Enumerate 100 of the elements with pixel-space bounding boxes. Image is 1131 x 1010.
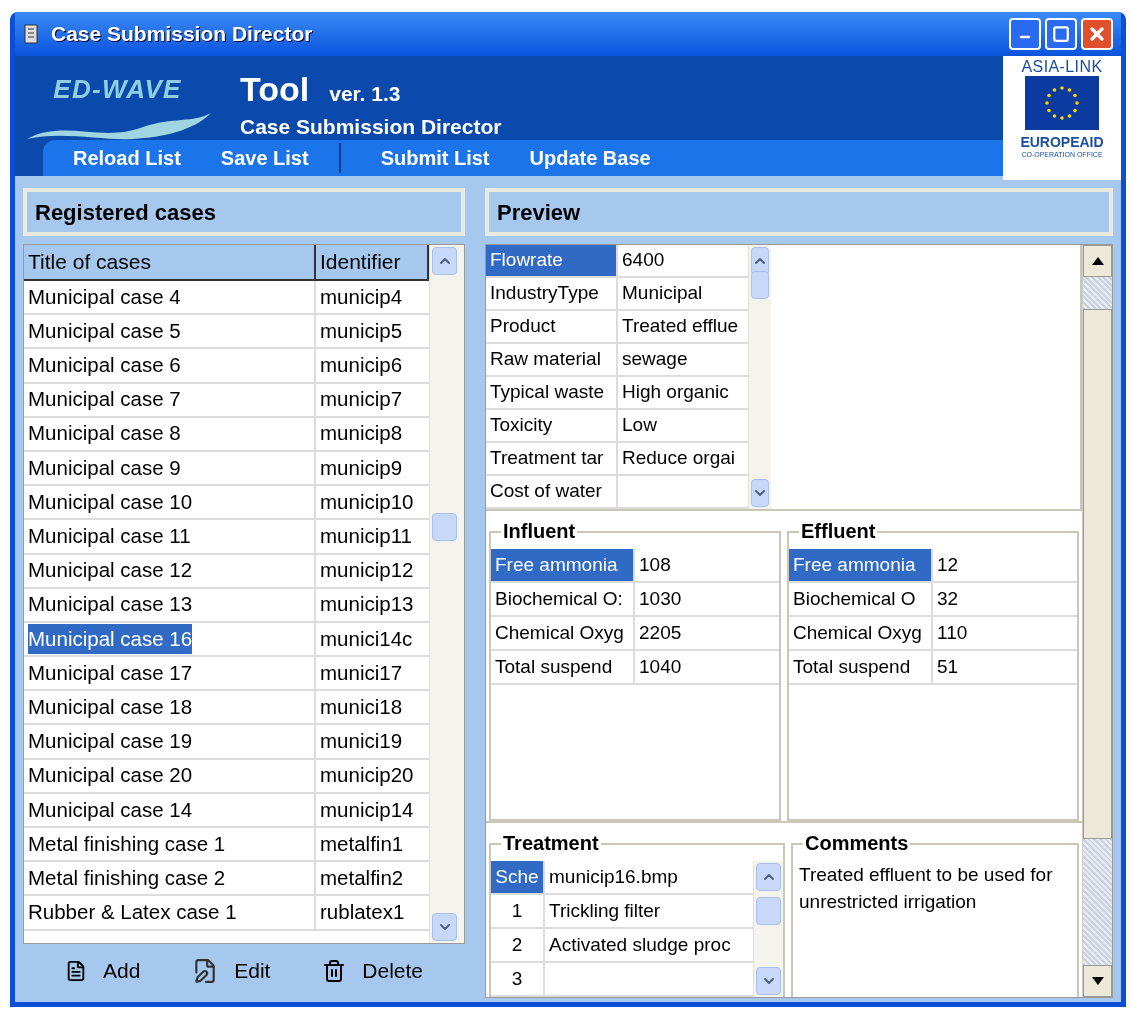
property-name-cell[interactable]: Raw material bbox=[486, 344, 618, 375]
property-name-cell[interactable]: Typical waste bbox=[486, 377, 618, 408]
scrollbar[interactable] bbox=[753, 861, 783, 997]
case-row[interactable]: Municipal case 14 municip14 bbox=[24, 793, 429, 828]
panel-header: Registered cases bbox=[23, 188, 465, 236]
case-row[interactable]: Municipal case 20 municip20 bbox=[24, 759, 429, 794]
step-cell[interactable]: 3 bbox=[491, 963, 545, 995]
property-name-cell[interactable]: Chemical Oxyg bbox=[789, 617, 933, 649]
case-row[interactable]: Municipal case 8 municip8 bbox=[24, 417, 429, 452]
case-title: Municipal case 12 bbox=[28, 557, 193, 584]
case-row[interactable]: Municipal case 9 municip9 bbox=[24, 451, 429, 487]
menu-item[interactable]: Update Base bbox=[529, 143, 651, 173]
step-cell[interactable]: 1 bbox=[491, 895, 545, 927]
case-row[interactable]: Municipal case 13 municip13 bbox=[24, 588, 429, 623]
close-button[interactable] bbox=[1081, 18, 1113, 51]
property-value-cell-text: 110 bbox=[936, 620, 969, 645]
case-identifier: metalfin1 bbox=[319, 830, 405, 857]
case-title: Municipal case 19 bbox=[28, 728, 193, 755]
menu-item[interactable]: Submit List bbox=[380, 143, 490, 173]
property-name-cell[interactable]: Biochemical O bbox=[789, 583, 933, 615]
property-name-cell[interactable]: Total suspend bbox=[789, 651, 933, 683]
case-row[interactable]: Municipal case 5 municip5 bbox=[24, 315, 429, 350]
case-row[interactable]: Municipal case 10 municip10 bbox=[24, 486, 429, 521]
property-name-cell[interactable]: Free ammonia bbox=[491, 549, 635, 581]
scroll-down-icon bbox=[1091, 977, 1104, 985]
case-identifier: municip20 bbox=[319, 762, 415, 789]
case-identifier: municip11 bbox=[319, 523, 413, 550]
property-name-cell[interactable]: Chemical Oxyg bbox=[491, 617, 635, 649]
case-row[interactable]: Municipal case 18 munici18 bbox=[24, 691, 429, 726]
case-identifier: municip8 bbox=[319, 420, 404, 447]
case-row[interactable]: Municipal case 7 municip7 bbox=[24, 383, 429, 418]
property-name-cell[interactable]: Toxicity bbox=[486, 410, 618, 441]
action-button[interactable]: Edit bbox=[192, 955, 271, 987]
case-identifier: munici17 bbox=[319, 659, 404, 686]
case-row[interactable]: Municipal case 11 municip11 bbox=[24, 520, 429, 555]
case-identifier: munici19 bbox=[319, 728, 404, 755]
menu-item[interactable]: Reload List bbox=[73, 143, 181, 173]
case-row[interactable]: Municipal case 19 munici19 bbox=[24, 725, 429, 760]
logo-text: ED-WAVE bbox=[53, 73, 182, 107]
property-name-cell[interactable]: IndustryType bbox=[486, 278, 618, 309]
property-value-cell-text: 6400 bbox=[621, 248, 666, 273]
case-row[interactable]: Metal finishing case 1 metalfin1 bbox=[24, 828, 429, 863]
property-value-cell-text: 1040 bbox=[638, 654, 683, 679]
case-identifier: municip9 bbox=[319, 454, 404, 481]
eu-flag-icon bbox=[1025, 76, 1099, 131]
action-button[interactable]: Delete bbox=[322, 955, 424, 987]
property-value-cell-text: 32 bbox=[936, 586, 960, 611]
case-title: Rubber & Latex case 1 bbox=[28, 899, 237, 926]
scroll-down-button[interactable] bbox=[1083, 965, 1112, 997]
property-name-cell[interactable]: Free ammonia bbox=[789, 549, 933, 581]
scroll-thumb[interactable] bbox=[751, 271, 769, 299]
case-title: Municipal case 13 bbox=[28, 591, 193, 618]
property-value-cell-text: High organic bbox=[621, 380, 730, 405]
property-value-cell-text: 12 bbox=[936, 552, 960, 577]
app-icon bbox=[23, 24, 39, 45]
property-name-cell[interactable]: Flowrate bbox=[486, 245, 618, 276]
menu-item[interactable]: Save List bbox=[220, 143, 341, 173]
maximize-button[interactable] bbox=[1045, 18, 1077, 51]
case-identifier: municip14 bbox=[319, 796, 415, 823]
scrollbar[interactable] bbox=[748, 245, 771, 509]
case-title: Municipal case 18 bbox=[28, 693, 193, 720]
case-identifier: municip4 bbox=[319, 283, 404, 310]
case-row[interactable]: Municipal case 16 munici14c bbox=[24, 622, 429, 658]
property-name-cell[interactable]: Total suspend bbox=[491, 651, 635, 683]
scroll-up-button[interactable] bbox=[1083, 245, 1112, 277]
panel-header: Preview bbox=[485, 188, 1113, 236]
scroll-thumb[interactable] bbox=[756, 897, 781, 925]
partner-top-text: ASIA-LINK bbox=[1021, 58, 1103, 77]
step-cell[interactable]: 2 bbox=[491, 929, 545, 961]
scroll-thumb[interactable] bbox=[1083, 309, 1112, 839]
scroll-thumb[interactable] bbox=[432, 513, 457, 541]
case-title: Metal finishing case 1 bbox=[28, 830, 226, 857]
case-row[interactable]: Municipal case 4 municip4 bbox=[24, 281, 429, 316]
step-description-cell-text: Trickling filter bbox=[548, 898, 662, 923]
case-row[interactable]: Municipal case 17 munici17 bbox=[24, 657, 429, 692]
minimize-button[interactable] bbox=[1009, 18, 1041, 51]
property-value-cell-text: Treated efflue bbox=[621, 314, 740, 339]
case-identifier: munici18 bbox=[319, 693, 404, 720]
property-value-cell-text: 2205 bbox=[638, 620, 683, 645]
property-name-cell[interactable]: Treatment tar bbox=[486, 443, 618, 474]
column-header[interactable]: Title of cases bbox=[24, 245, 316, 279]
scrollbar[interactable] bbox=[429, 245, 459, 943]
tool-title: Tool bbox=[240, 69, 310, 111]
scrollbar[interactable] bbox=[1082, 245, 1112, 997]
property-name-cell[interactable]: Product bbox=[486, 311, 618, 342]
action-button[interactable]: Add bbox=[64, 955, 141, 987]
case-title: Municipal case 5 bbox=[28, 317, 181, 344]
case-title: Municipal case 9 bbox=[28, 454, 181, 481]
property-name-cell[interactable]: Cost of water bbox=[486, 476, 618, 507]
case-identifier: municip13 bbox=[319, 591, 415, 618]
case-row[interactable]: Municipal case 12 municip12 bbox=[24, 554, 429, 589]
subtitle: Case Submission Director bbox=[240, 114, 502, 141]
case-identifier: municip10 bbox=[319, 488, 415, 515]
case-row[interactable]: Rubber & Latex case 1 rublatex1 bbox=[24, 896, 429, 931]
case-row[interactable]: Metal finishing case 2 metalfin2 bbox=[24, 862, 429, 897]
case-row[interactable]: Municipal case 6 municip6 bbox=[24, 349, 429, 384]
case-title: Municipal case 7 bbox=[28, 386, 181, 413]
step-cell[interactable]: Sche bbox=[491, 861, 545, 893]
scroll-up-icon bbox=[1091, 257, 1104, 265]
property-name-cell[interactable]: Biochemical O: bbox=[491, 583, 635, 615]
